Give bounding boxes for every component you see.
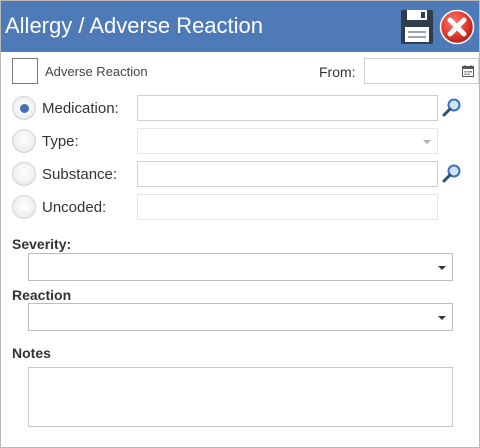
substance-input[interactable] bbox=[138, 162, 437, 186]
medication-input[interactable] bbox=[138, 96, 437, 120]
uncoded-label: Uncoded: bbox=[42, 199, 107, 216]
close-button[interactable] bbox=[439, 9, 475, 45]
calendar-icon[interactable] bbox=[462, 65, 474, 77]
substance-label: Substance: bbox=[42, 166, 118, 183]
medication-field[interactable] bbox=[137, 95, 438, 121]
reaction-chevron-down-icon bbox=[438, 316, 446, 320]
type-dropdown[interactable] bbox=[137, 128, 438, 154]
reaction-dropdown[interactable] bbox=[28, 303, 453, 331]
floppy-disk-icon bbox=[401, 10, 433, 44]
medication-label: Medication: bbox=[42, 100, 119, 117]
reaction-label: Reaction bbox=[12, 287, 72, 303]
severity-dropdown[interactable] bbox=[28, 253, 453, 281]
medication-radio[interactable] bbox=[12, 96, 36, 120]
from-date-input[interactable] bbox=[364, 58, 479, 84]
type-chevron-down-icon bbox=[423, 140, 431, 144]
title-bar: Allergy / Adverse Reaction bbox=[1, 1, 479, 52]
notes-textarea[interactable] bbox=[29, 368, 452, 426]
uncoded-radio[interactable] bbox=[12, 195, 36, 219]
dialog-title: Allergy / Adverse Reaction bbox=[5, 13, 264, 38]
close-circle-icon bbox=[439, 9, 475, 45]
adverse-reaction-label: Adverse Reaction bbox=[45, 64, 148, 79]
medication-search-icon[interactable] bbox=[442, 97, 462, 117]
notes-label: Notes bbox=[12, 345, 51, 361]
substance-search-icon[interactable] bbox=[442, 163, 462, 183]
from-label: From: bbox=[319, 64, 356, 80]
severity-chevron-down-icon bbox=[438, 266, 446, 270]
notes-box[interactable] bbox=[28, 367, 453, 427]
severity-label: Severity: bbox=[12, 236, 72, 252]
adverse-reaction-checkbox[interactable] bbox=[12, 58, 38, 84]
type-radio[interactable] bbox=[12, 129, 36, 153]
substance-radio[interactable] bbox=[12, 162, 36, 186]
allergy-dialog: Allergy / Adverse Reaction Adverse React… bbox=[0, 0, 480, 448]
uncoded-field[interactable] bbox=[137, 194, 438, 220]
save-button[interactable] bbox=[399, 9, 435, 45]
radio-selected-dot bbox=[20, 104, 29, 113]
substance-field[interactable] bbox=[137, 161, 438, 187]
type-label: Type: bbox=[42, 133, 79, 150]
